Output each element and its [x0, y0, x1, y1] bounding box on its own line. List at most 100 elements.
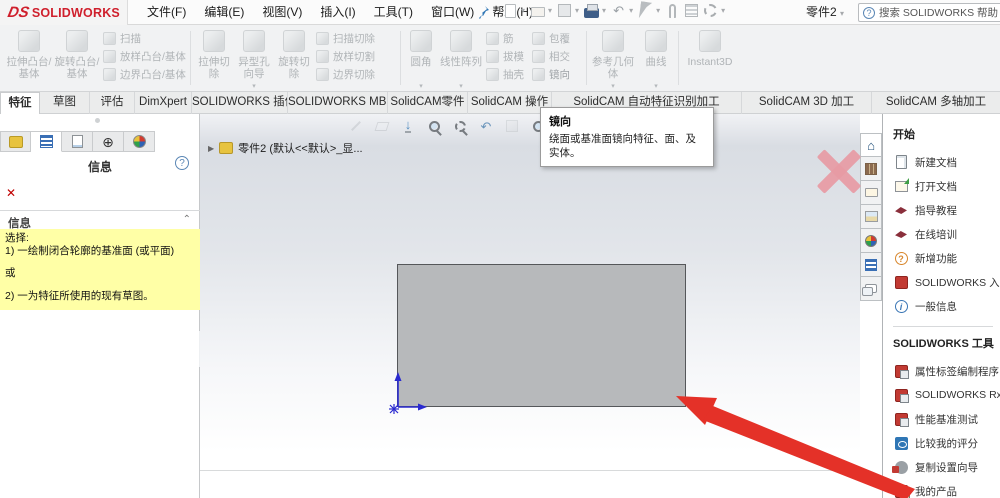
- print-icon[interactable]: [583, 2, 600, 19]
- sketch-plane-rectangle[interactable]: [397, 264, 686, 407]
- dropdown-caret-icon[interactable]: ▾: [459, 82, 463, 90]
- extruded-cut-button[interactable]: 拉伸切除: [195, 28, 233, 88]
- tab-dimxpert[interactable]: DimXpert: [135, 92, 192, 114]
- open-document-icon[interactable]: [529, 2, 546, 19]
- plane-icon[interactable]: [374, 118, 390, 134]
- sketch-pencil-icon[interactable]: [348, 118, 364, 134]
- fillet-button[interactable]: 圆角 ▾: [404, 28, 438, 90]
- zoom-to-fit-icon[interactable]: [426, 118, 442, 134]
- zoom-to-area-icon[interactable]: [452, 118, 468, 134]
- tab-solidworks-mbd[interactable]: SOLIDWORKS MBD: [288, 92, 388, 114]
- undo-icon[interactable]: ↶: [610, 2, 627, 19]
- wrap-button[interactable]: 包覆: [532, 31, 582, 46]
- curves-button[interactable]: 曲线 ▾: [640, 28, 672, 90]
- close-icon[interactable]: ✕: [6, 186, 16, 200]
- options-gear-icon[interactable]: [702, 2, 719, 19]
- swept-cut-button[interactable]: 扫描切除: [316, 31, 396, 46]
- properties-table-icon[interactable]: [683, 2, 700, 19]
- propertymanager-tab[interactable]: [31, 131, 62, 152]
- dropdown-caret-icon[interactable]: ▾: [548, 6, 552, 15]
- copy-settings-wizard-item[interactable]: 复制设置向导: [891, 455, 1000, 479]
- dropdown-caret-icon[interactable]: ▾: [521, 6, 525, 15]
- dropdown-caret-icon[interactable]: ▾: [419, 82, 423, 90]
- dropdown-caret-icon[interactable]: ▾: [602, 6, 606, 15]
- menu-window[interactable]: 窗口(W): [422, 0, 483, 25]
- hole-wizard-button[interactable]: 异型孔向导 ▾: [235, 28, 273, 90]
- property-tab-builder-item[interactable]: 属性标签编制程序: [893, 359, 1000, 383]
- document-title[interactable]: 零件2 ▾: [806, 0, 846, 26]
- general-info-item[interactable]: i 一般信息: [893, 294, 1000, 318]
- attachment-icon[interactable]: [664, 2, 681, 19]
- tutorials-item[interactable]: 指导教程: [893, 198, 1000, 222]
- rib-button[interactable]: 筋: [486, 31, 528, 46]
- dropdown-caret-icon[interactable]: ▾: [629, 6, 633, 15]
- dropdown-caret-icon[interactable]: ▾: [252, 82, 256, 90]
- home-tab[interactable]: ⌂: [860, 133, 882, 157]
- graphics-viewport[interactable]: ↓ ↶ ▶ 零件2 (默认<<默认>_显...: [200, 114, 860, 471]
- view-orientation-icon[interactable]: ↓: [400, 118, 416, 134]
- dimxpertmanager-tab[interactable]: ⊕: [93, 131, 124, 152]
- panel-grip[interactable]: [95, 118, 100, 123]
- dropdown-caret-icon[interactable]: ▾: [654, 82, 658, 90]
- menu-edit[interactable]: 编辑(E): [195, 0, 253, 25]
- boundary-boss-button[interactable]: 边界凸台/基体: [103, 67, 189, 82]
- reference-geometry-button[interactable]: 参考几何体 ▾: [590, 28, 636, 90]
- dropdown-caret-icon[interactable]: ▾: [656, 6, 660, 15]
- configurationmanager-tab[interactable]: [62, 131, 93, 152]
- tab-evaluate[interactable]: 评估: [90, 92, 135, 114]
- tab-solidcam-multiaxis[interactable]: SolidCAM 多轴加工: [872, 92, 1000, 114]
- previous-view-icon[interactable]: ↶: [478, 118, 494, 134]
- file-explorer-tab[interactable]: [860, 181, 882, 205]
- online-training-item[interactable]: 在线培训: [893, 222, 1000, 246]
- performance-benchmark-item[interactable]: 性能基准测试: [893, 407, 1000, 431]
- menu-view[interactable]: 视图(V): [253, 0, 311, 25]
- tab-solidworks-addins[interactable]: SOLIDWORKS 插件: [192, 92, 288, 114]
- instant3d-button[interactable]: Instant3D: [682, 28, 738, 88]
- pin-menu-icon[interactable]: [476, 4, 492, 20]
- forum-tab[interactable]: [860, 277, 882, 301]
- dropdown-caret-icon[interactable]: ▾: [575, 6, 579, 15]
- compare-my-score-item[interactable]: 比较我的评分: [893, 431, 1000, 455]
- whats-new-item[interactable]: ? 新增功能: [893, 246, 1000, 270]
- dropdown-caret-icon[interactable]: ▾: [611, 82, 615, 90]
- new-document-icon[interactable]: [502, 2, 519, 19]
- boundary-cut-button[interactable]: 边界切除: [316, 67, 396, 82]
- extruded-boss-base-button[interactable]: 拉伸凸台/基体: [6, 28, 52, 88]
- design-library-tab[interactable]: [860, 157, 882, 181]
- introducing-solidworks-item[interactable]: SOLIDWORKS 入门: [893, 270, 1000, 294]
- help-icon[interactable]: ?: [175, 156, 189, 170]
- menu-tools[interactable]: 工具(T): [365, 0, 422, 25]
- help-search-box[interactable]: ? 搜索 SOLIDWORKS 帮助: [858, 3, 1000, 22]
- chevron-up-icon[interactable]: ⌃: [183, 214, 191, 225]
- dropdown-caret-icon[interactable]: ▾: [721, 6, 725, 15]
- open-document-item[interactable]: 打开文档: [893, 174, 1000, 198]
- tab-sketch[interactable]: 草图: [40, 92, 90, 114]
- shell-button[interactable]: 抽壳: [486, 67, 528, 82]
- linear-pattern-button[interactable]: 线性阵列 ▾: [440, 28, 482, 90]
- mirror-button[interactable]: 镜向: [532, 67, 582, 82]
- revolved-boss-base-button[interactable]: 旋转凸台/基体: [54, 28, 100, 88]
- tab-solidcam-part[interactable]: SolidCAM零件: [388, 92, 468, 114]
- lofted-boss-button[interactable]: 放样凸台/基体: [103, 49, 189, 64]
- flyout-feature-tree[interactable]: ▶ 零件2 (默认<<默认>_显...: [208, 140, 363, 156]
- new-document-item[interactable]: 新建文档: [893, 150, 1000, 174]
- menu-file[interactable]: 文件(F): [138, 0, 195, 25]
- intersect-button[interactable]: 相交: [532, 49, 582, 64]
- lofted-cut-button[interactable]: 放样切割: [316, 49, 396, 64]
- appearances-tab[interactable]: [860, 229, 882, 253]
- custom-properties-tab[interactable]: [860, 253, 882, 277]
- solidworks-rx-item[interactable]: SOLIDWORKS Rx: [893, 383, 1000, 407]
- revolved-cut-button[interactable]: 旋转切除: [275, 28, 313, 88]
- section-view-icon[interactable]: [504, 118, 520, 134]
- tab-solidcam-3d[interactable]: SolidCAM 3D 加工: [742, 92, 872, 114]
- featuremanager-tree-tab[interactable]: [0, 131, 31, 152]
- select-cursor-icon[interactable]: [637, 1, 654, 20]
- view-palette-tab[interactable]: [860, 205, 882, 229]
- dropdown-caret-icon[interactable]: ▾: [840, 9, 844, 18]
- displaymanager-tab[interactable]: [124, 131, 155, 152]
- draft-button[interactable]: 拔模: [486, 49, 528, 64]
- swept-boss-button[interactable]: 扫描: [103, 31, 189, 46]
- menu-insert[interactable]: 插入(I): [311, 0, 364, 25]
- tree-expand-icon[interactable]: ▶: [208, 144, 214, 153]
- save-icon[interactable]: [556, 2, 573, 19]
